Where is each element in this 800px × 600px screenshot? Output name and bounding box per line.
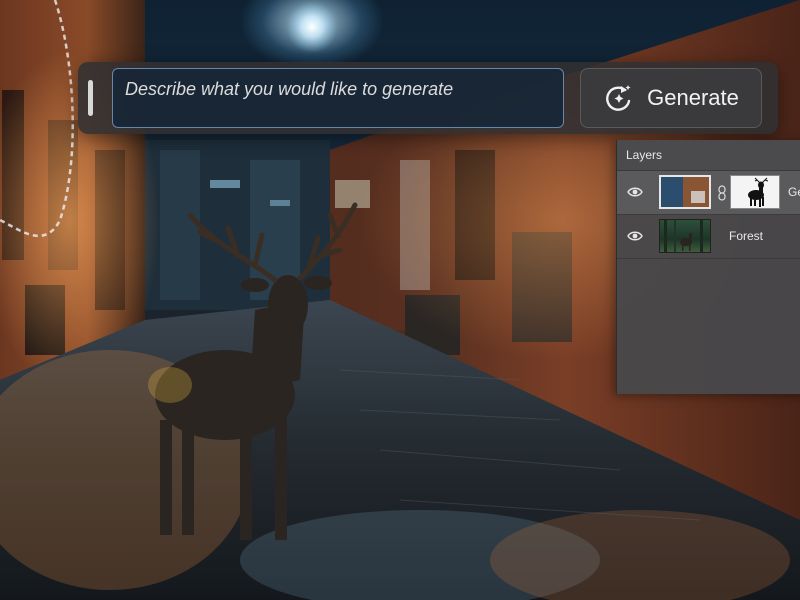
- layers-panel-title: Layers: [617, 140, 800, 171]
- layer-mask-thumbnail[interactable]: [730, 175, 780, 209]
- layer-name[interactable]: Ge: [788, 185, 800, 199]
- layer-thumbnail[interactable]: [659, 219, 711, 253]
- generate-label: Generate: [647, 85, 739, 110]
- layers-empty-area[interactable]: [617, 259, 800, 397]
- layer-thumbnail[interactable]: [659, 175, 711, 209]
- chain-link-icon[interactable]: [717, 185, 727, 201]
- drag-handle[interactable]: [88, 80, 93, 116]
- layer-row-forest[interactable]: Forest: [617, 215, 800, 259]
- layer-row-generated[interactable]: Ge: [617, 171, 800, 215]
- prompt-input[interactable]: Describe what you would like to generate: [112, 68, 564, 128]
- eye-icon[interactable]: [627, 229, 643, 243]
- sparkle-refresh-icon: [603, 82, 635, 114]
- generate-button[interactable]: Generate: [580, 68, 762, 128]
- layer-name[interactable]: Forest: [729, 229, 763, 243]
- layers-panel: Layers G Forest: [616, 140, 800, 394]
- generative-prompt-bar: Describe what you would like to generate…: [78, 62, 778, 134]
- eye-icon[interactable]: [627, 185, 643, 199]
- prompt-placeholder: Describe what you would like to generate: [125, 79, 454, 99]
